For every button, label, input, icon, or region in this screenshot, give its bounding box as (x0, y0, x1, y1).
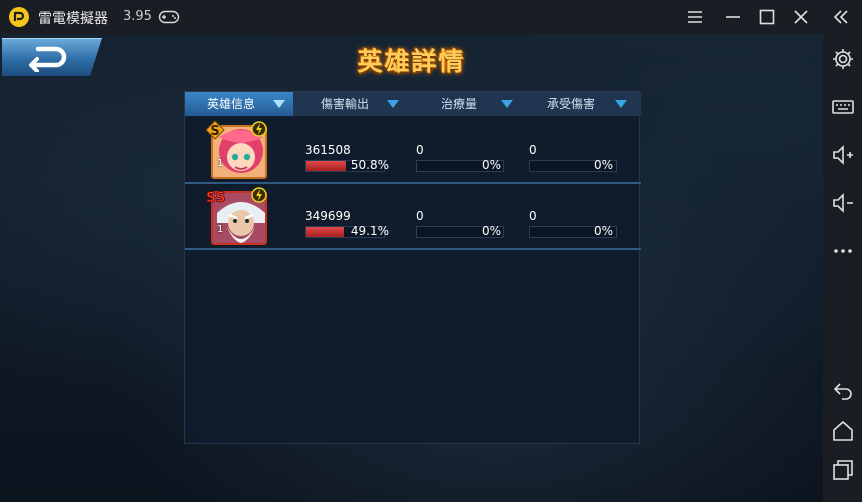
app-version: 3.95 (123, 9, 152, 24)
ldplayer-logo-icon (9, 7, 29, 27)
tab-damage-output[interactable]: 傷害輸出 (293, 92, 407, 116)
rank-badge-s-icon: S (205, 120, 225, 140)
back-icon[interactable] (831, 379, 855, 403)
damage-percent: 49.1% (350, 224, 389, 238)
tab-hero-info[interactable]: 英雄信息 (185, 92, 293, 116)
heal-value: 0 (416, 143, 424, 157)
gamepad-icon[interactable] (158, 8, 180, 26)
maximize-icon[interactable] (756, 6, 778, 28)
collapse-sidebar-icon[interactable] (830, 6, 852, 28)
column-label: 傷害輸出 (321, 97, 370, 111)
sort-down-icon (387, 100, 399, 108)
close-icon[interactable] (790, 6, 812, 28)
sort-down-icon (273, 100, 285, 108)
damage-percent: 50.8% (350, 158, 389, 172)
heal-value: 0 (416, 209, 424, 223)
heal-percent: 0% (481, 224, 501, 238)
taken-percent: 0% (593, 224, 613, 238)
menu-icon[interactable] (684, 6, 706, 28)
volume-up-icon[interactable] (831, 143, 855, 167)
column-label: 英雄信息 (207, 97, 256, 111)
svg-text:SS: SS (206, 190, 226, 206)
emulator-sidebar (823, 34, 862, 502)
app-title: 雷電模擬器 (38, 11, 108, 27)
hero-level: 1 (217, 158, 224, 169)
sort-down-icon (615, 100, 627, 108)
emulator-titlebar: 雷電模擬器 3.95 (0, 0, 862, 34)
rank-badge-ss-icon: SS (206, 190, 226, 206)
home-icon[interactable] (831, 419, 855, 443)
more-icon[interactable] (831, 239, 855, 263)
lightning-badge-icon (251, 121, 267, 137)
tab-damage-taken[interactable]: 承受傷害 (519, 92, 641, 116)
tab-healing[interactable]: 治療量 (407, 92, 519, 116)
gear-icon[interactable] (831, 47, 855, 71)
taken-value: 0 (529, 143, 537, 157)
column-label: 治療量 (441, 97, 478, 111)
heal-percent: 0% (481, 158, 501, 172)
keyboard-icon[interactable] (831, 95, 855, 119)
table-header: 英雄信息 傷害輸出 治療量 承受傷害 (185, 92, 641, 116)
hero-level: 1 (217, 224, 224, 235)
sort-down-icon (501, 100, 513, 108)
taken-percent: 0% (593, 158, 613, 172)
damage-bar-fill (306, 161, 346, 171)
table-row[interactable]: SS 1 349699 49.1% 0 0% 0 0% (185, 184, 641, 250)
lightning-badge-icon (251, 187, 267, 203)
page-title: 英雄詳情 (357, 47, 466, 76)
hero-stats-panel: 英雄信息 傷害輸出 治療量 承受傷害 S 1 361508 50.8% 0 0%… (184, 91, 641, 444)
column-label: 承受傷害 (547, 97, 596, 111)
volume-down-icon[interactable] (831, 191, 855, 215)
taken-value: 0 (529, 209, 537, 223)
table-row[interactable]: S 1 361508 50.8% 0 0% 0 0% (185, 118, 641, 184)
svg-text:S: S (210, 124, 219, 139)
damage-bar-fill (306, 227, 345, 237)
recent-apps-icon[interactable] (831, 458, 855, 482)
damage-value: 361508 (305, 143, 351, 157)
game-screen: 英雄詳情 英雄信息 傷害輸出 治療量 承受傷害 S 1 361508 50.8%… (0, 34, 823, 502)
minimize-icon[interactable] (722, 6, 744, 28)
damage-value: 349699 (305, 209, 351, 223)
